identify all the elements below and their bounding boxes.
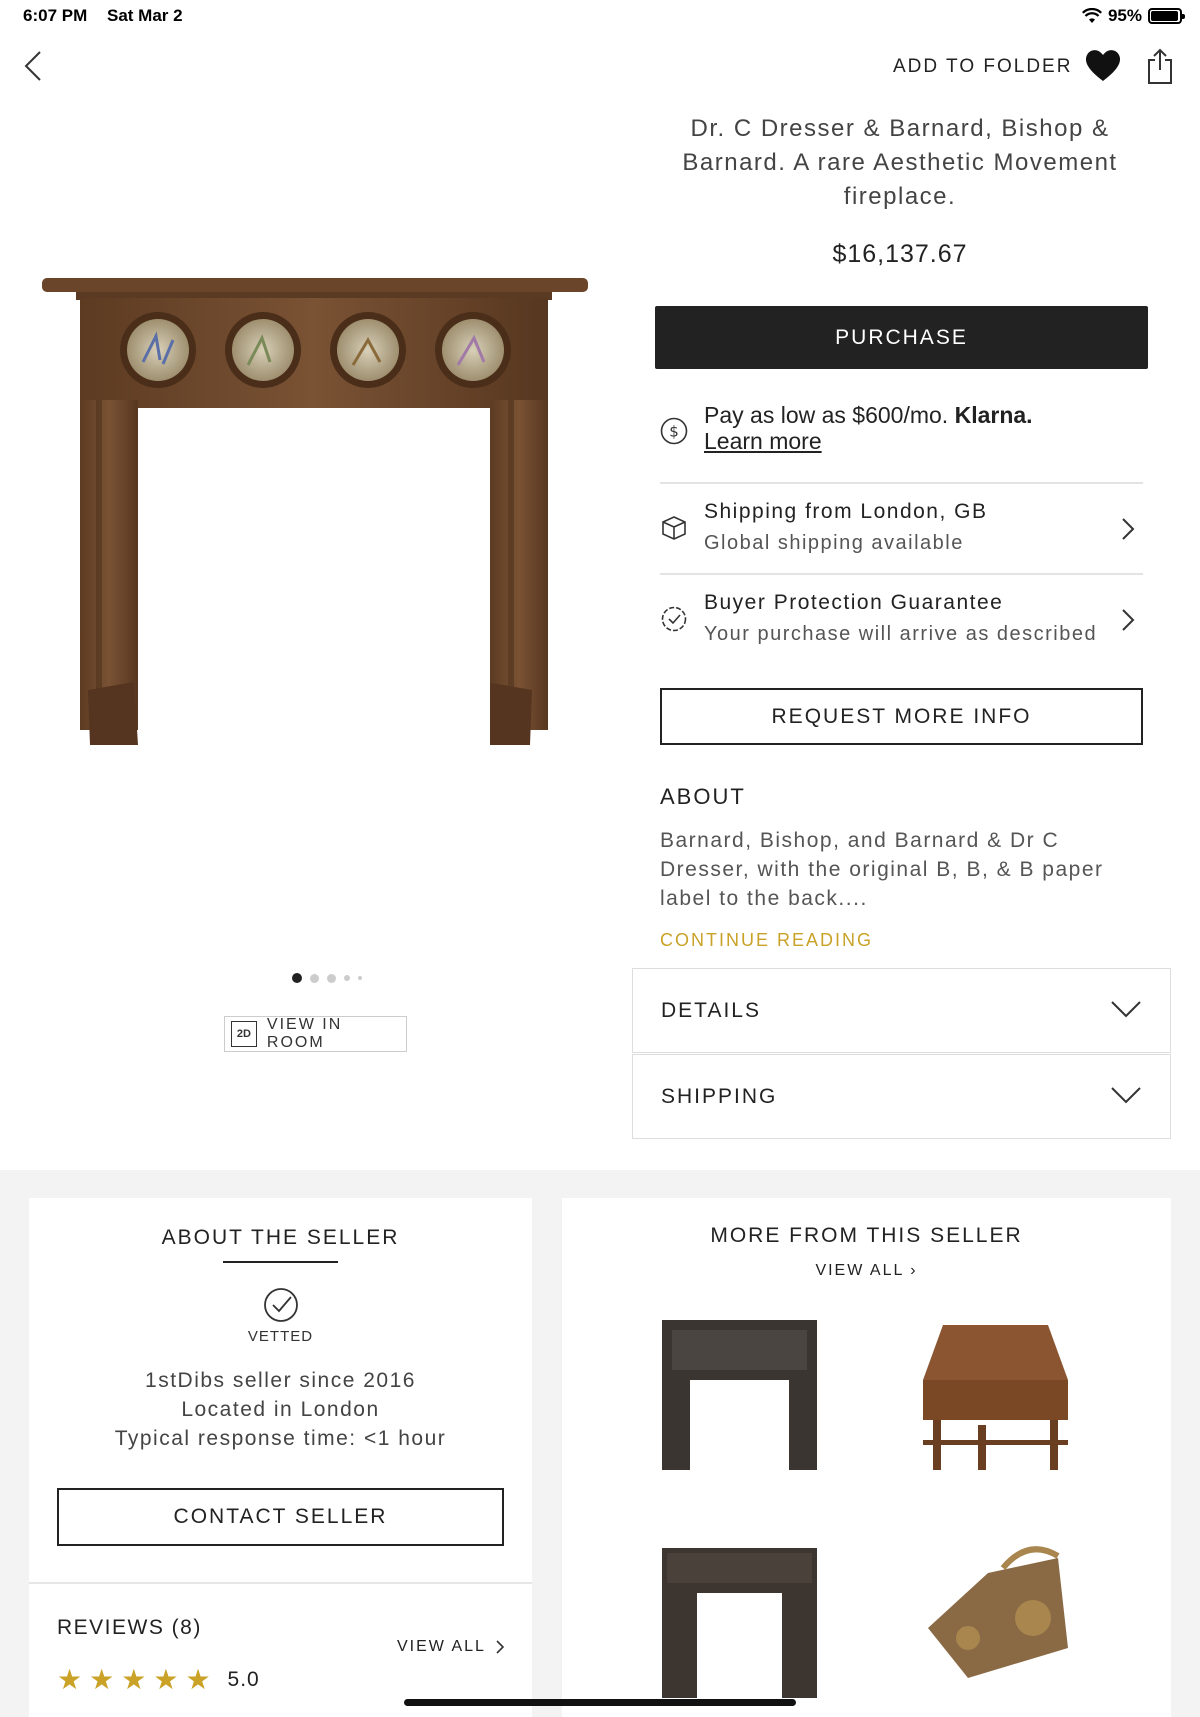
more-from-seller-heading: MORE FROM THIS SELLER bbox=[710, 1224, 1023, 1247]
product-thumbnail[interactable] bbox=[908, 1310, 1083, 1480]
more-view-all-link[interactable]: VIEW ALL › bbox=[562, 1262, 1171, 1280]
gallery-dot[interactable] bbox=[292, 973, 302, 983]
rating-stars: ★ ★ ★ ★ ★ 5.0 bbox=[57, 1666, 260, 1694]
gallery-dots[interactable] bbox=[292, 973, 362, 983]
about-seller-card: ABOUT THE SELLER VETTED 1stDibs seller s… bbox=[29, 1198, 532, 1717]
shipping-row[interactable]: Shipping from London, GB Global shipping… bbox=[660, 482, 1143, 574]
gallery-dot[interactable] bbox=[310, 973, 319, 983]
rating-value: 5.0 bbox=[227, 1668, 260, 1691]
gallery-dot[interactable] bbox=[344, 975, 350, 981]
klarna-text-block: Pay as low as $600/mo. Klarna. Learn mor… bbox=[704, 402, 1033, 454]
vetted-check-icon bbox=[264, 1288, 298, 1322]
chevron-down-icon bbox=[1111, 1001, 1141, 1018]
klarna-pay-text: Pay as low as $600/mo. bbox=[704, 402, 949, 428]
reviews-heading: REVIEWS (8) bbox=[57, 1616, 202, 1639]
product-image[interactable] bbox=[38, 270, 593, 790]
seller-info: 1stDibs seller since 2016 Located in Lon… bbox=[29, 1366, 532, 1453]
star-icon: ★ bbox=[89, 1664, 115, 1695]
request-more-info-button[interactable]: REQUEST MORE INFO bbox=[660, 688, 1143, 745]
reviews-view-all-label: VIEW ALL bbox=[397, 1638, 486, 1655]
details-accordion[interactable]: DETAILS bbox=[632, 968, 1171, 1053]
gallery-dot[interactable] bbox=[327, 973, 336, 983]
vetted-label: VETTED bbox=[247, 1328, 314, 1345]
battery-icon bbox=[1148, 8, 1185, 24]
klarna-financing: $ Pay as low as $600/mo. Klarna. Learn m… bbox=[660, 400, 1143, 480]
product-thumbnail[interactable] bbox=[908, 1538, 1083, 1708]
back-button[interactable] bbox=[20, 46, 48, 86]
seller-location: Located in London bbox=[181, 1398, 380, 1421]
share-icon[interactable] bbox=[1146, 46, 1174, 86]
chevron-right-icon bbox=[496, 1640, 504, 1654]
status-date: Sat Mar 2 bbox=[107, 6, 183, 25]
heading-underline bbox=[223, 1261, 338, 1263]
product-price: $16,137.67 bbox=[832, 240, 968, 268]
protection-subtitle: Your purchase will arrive as described bbox=[704, 623, 1098, 645]
reviews-view-all-link[interactable]: VIEW ALL bbox=[397, 1638, 504, 1656]
star-icon: ★ bbox=[153, 1664, 179, 1695]
check-badge-icon bbox=[661, 606, 687, 632]
wifi-icon bbox=[1081, 8, 1102, 23]
shipping-accordion[interactable]: SHIPPING bbox=[632, 1054, 1171, 1139]
shipping-title: Shipping from London, GB bbox=[704, 500, 988, 523]
divider bbox=[29, 1582, 532, 1584]
shipping-accordion-label: SHIPPING bbox=[661, 1085, 778, 1108]
klarna-brand: Klarna. bbox=[954, 402, 1033, 428]
learn-more-link[interactable]: Learn more bbox=[704, 428, 822, 454]
star-icon: ★ bbox=[57, 1664, 83, 1695]
status-time: 6:07 PM bbox=[23, 6, 88, 25]
contact-seller-button[interactable]: CONTACT SELLER bbox=[57, 1488, 504, 1546]
heart-icon[interactable] bbox=[1083, 45, 1123, 85]
view-in-room-label: VIEW IN ROOM bbox=[266, 1016, 343, 1051]
more-from-seller-card: MORE FROM THIS SELLER VIEW ALL › bbox=[562, 1198, 1171, 1717]
chevron-right-icon bbox=[1122, 609, 1135, 631]
product-thumbnail[interactable] bbox=[652, 1538, 827, 1708]
svg-text:$: $ bbox=[669, 423, 679, 441]
home-indicator bbox=[404, 1699, 796, 1706]
star-icon: ★ bbox=[121, 1664, 147, 1695]
details-label: DETAILS bbox=[661, 999, 761, 1022]
status-right: 95% bbox=[1081, 6, 1185, 26]
shipping-subtitle: Global shipping available bbox=[704, 532, 964, 554]
seller-since: 1stDibs seller since 2016 bbox=[145, 1369, 416, 1392]
chevron-down-icon bbox=[1111, 1087, 1141, 1104]
purchase-button[interactable]: PURCHASE bbox=[655, 306, 1148, 369]
product-thumbnail[interactable] bbox=[652, 1310, 827, 1480]
about-seller-heading: ABOUT THE SELLER bbox=[161, 1226, 400, 1249]
box-icon bbox=[662, 516, 686, 540]
about-body: Barnard, Bishop, and Barnard & Dr C Dres… bbox=[660, 829, 1104, 910]
gallery-dot[interactable] bbox=[358, 976, 362, 980]
battery-percent: 95% bbox=[1107, 6, 1142, 25]
view-in-room-2d-icon: 2D bbox=[231, 1021, 257, 1047]
seller-response-time: Typical response time: <1 hour bbox=[114, 1427, 447, 1450]
product-title: Dr. C Dresser & Barnard, Bishop & Barnar… bbox=[682, 115, 1118, 210]
about-heading: ABOUT bbox=[660, 784, 746, 809]
protection-title: Buyer Protection Guarantee bbox=[704, 591, 1004, 614]
dollar-icon: $ bbox=[660, 417, 688, 445]
view-in-room-button[interactable]: 2D VIEW IN ROOM bbox=[224, 1016, 407, 1052]
chevron-right-icon: › bbox=[910, 1262, 918, 1279]
more-view-all-label: VIEW ALL bbox=[815, 1262, 904, 1279]
continue-reading-link[interactable]: CONTINUE READING bbox=[660, 930, 873, 951]
star-icon: ★ bbox=[185, 1664, 211, 1695]
add-to-folder-button[interactable]: ADD TO FOLDER bbox=[893, 56, 1072, 78]
chevron-right-icon bbox=[1122, 518, 1135, 540]
buyer-protection-row[interactable]: Buyer Protection Guarantee Your purchase… bbox=[660, 573, 1143, 665]
